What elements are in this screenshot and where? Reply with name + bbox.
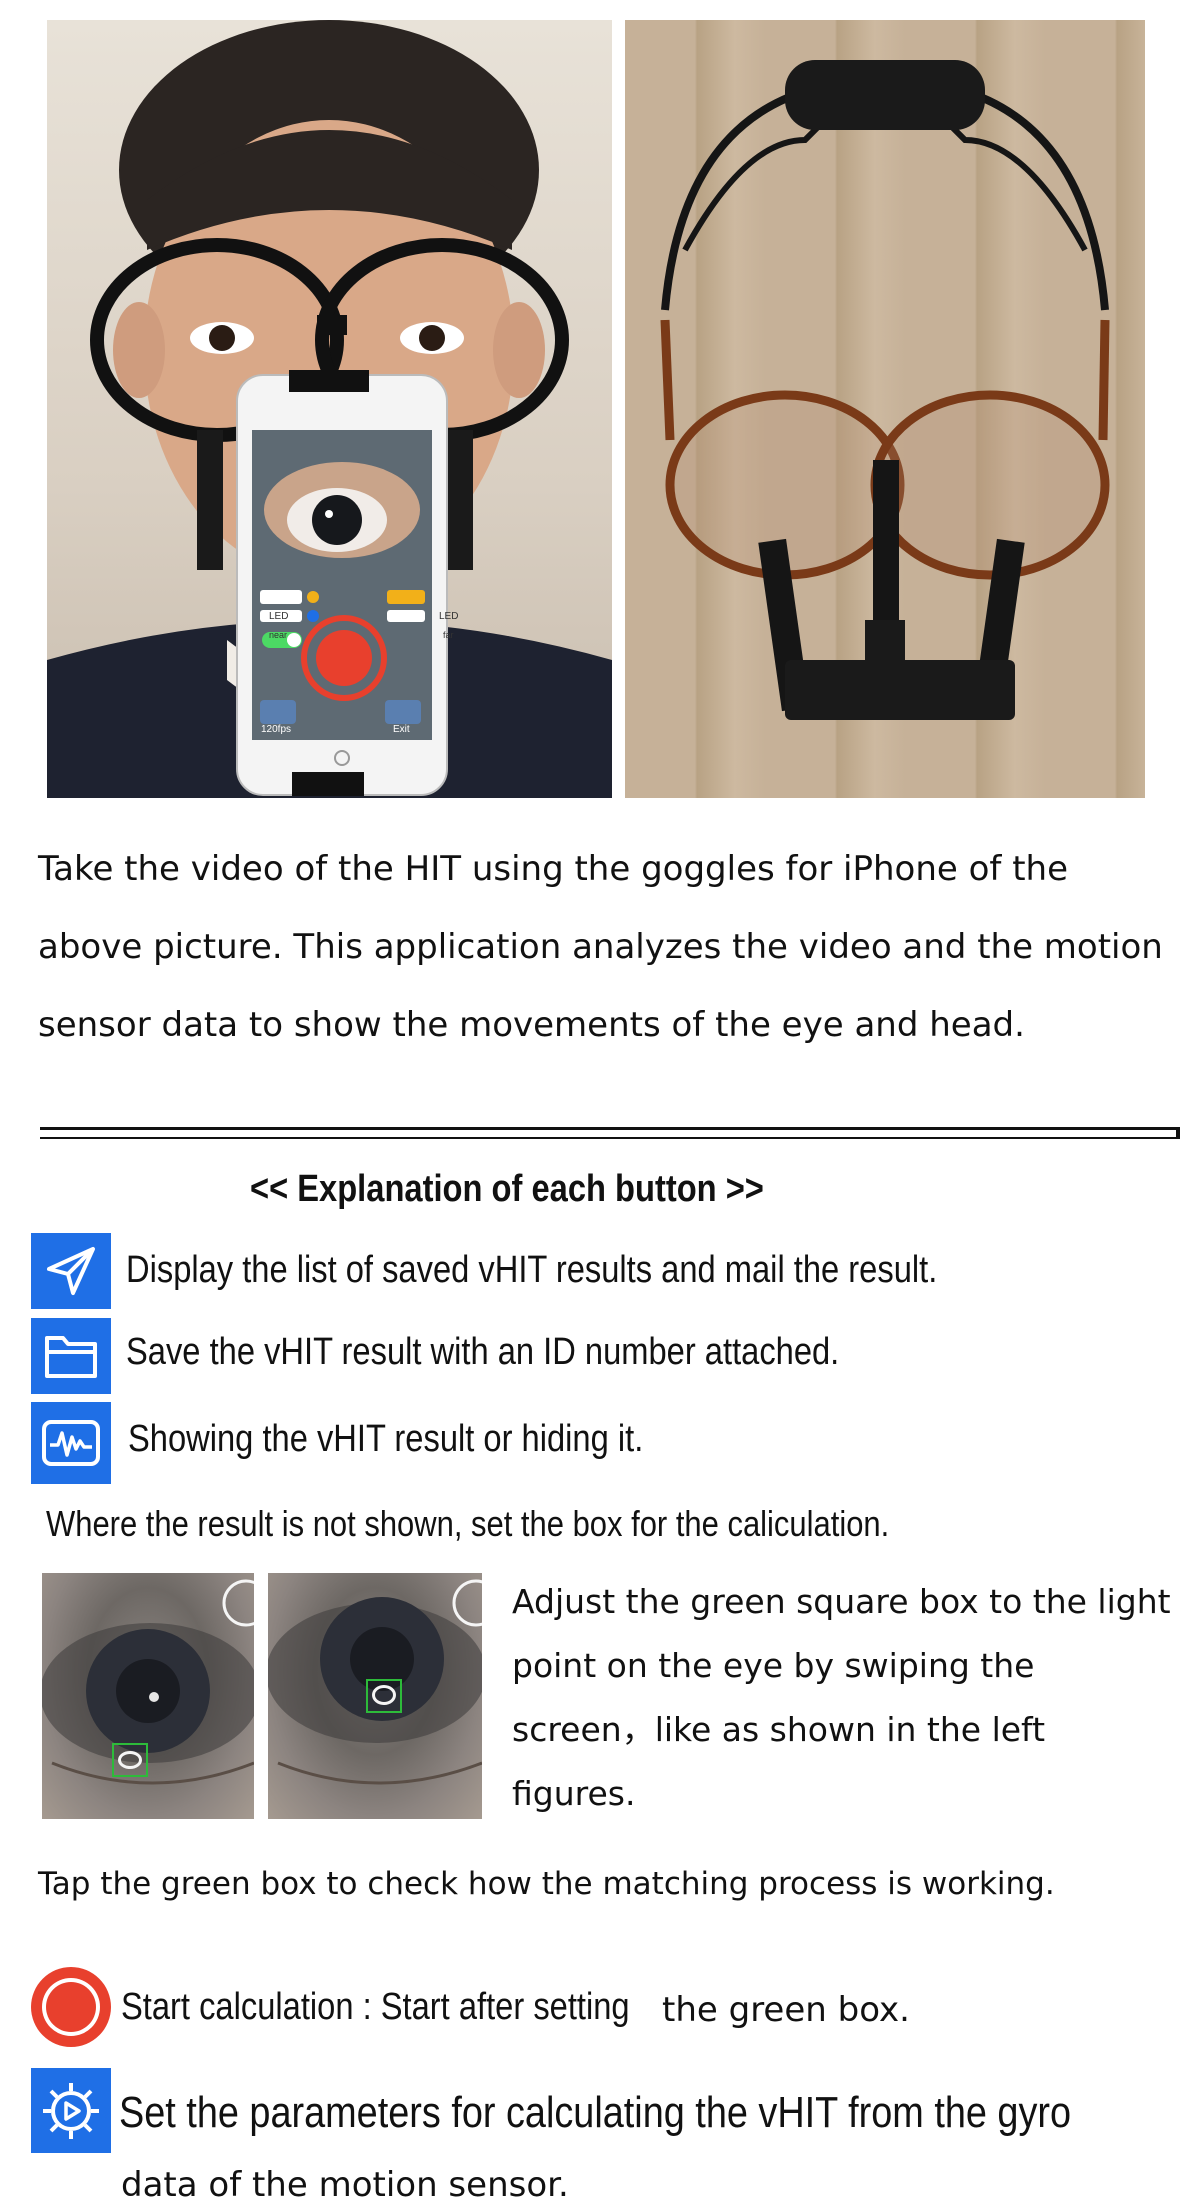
goggles-photo <box>625 20 1145 798</box>
save-button-description: Save the vHIT result with an ID number a… <box>126 1331 840 1373</box>
send-button[interactable] <box>31 1233 111 1309</box>
box-note: Where the result is not shown, set the b… <box>46 1503 890 1544</box>
phone-near-label: near <box>269 630 288 640</box>
tap-instruction: Tap the green box to check how the match… <box>38 1866 1055 1902</box>
eye-image-before <box>42 1573 254 1819</box>
eye-before-illustration <box>42 1579 254 1785</box>
phone-led-left-label: LED <box>269 611 289 622</box>
gear-icon <box>43 2082 99 2139</box>
explanation-heading: << Explanation of each button >> <box>250 1168 764 1210</box>
goggles-illustration <box>660 60 1110 720</box>
phone-exit-button: Exit <box>393 724 410 735</box>
send-icon <box>47 1247 95 1295</box>
divider-top <box>40 1127 1180 1130</box>
person-photo: LED LED near far 120fps Exit <box>47 20 612 798</box>
phone-far-label: far <box>443 630 454 640</box>
adjust-instructions: Adjust the green square box to the light… <box>512 1582 1171 1813</box>
send-button-description: Display the list of saved vHIT results a… <box>126 1249 938 1291</box>
phone-fps-button: 120fps <box>261 724 292 735</box>
settings-label-line2: data of the motion sensor. <box>121 2165 569 2205</box>
start-calculation-button[interactable] <box>30 1966 112 2048</box>
divider-end <box>1176 1127 1180 1139</box>
show-result-description: Showing the vHIT result or hiding it. <box>128 1418 644 1460</box>
target-marker-placed <box>372 1685 396 1705</box>
save-button[interactable] <box>31 1318 111 1394</box>
divider-bottom <box>40 1137 1180 1139</box>
person-illustration <box>47 20 612 798</box>
start-calculation-label: Start calculation : Start after setting <box>121 1986 630 2028</box>
settings-button[interactable] <box>31 2068 111 2153</box>
waveform-icon <box>42 1420 100 1466</box>
show-result-button[interactable] <box>31 1402 111 1484</box>
eye-image-after <box>268 1573 482 1819</box>
record-icon <box>31 1967 111 2047</box>
start-calculation-label-tail: the green box. <box>662 1990 910 2030</box>
target-marker-misplaced <box>118 1751 142 1769</box>
folder-icon <box>45 1336 97 1378</box>
phone-led-right-label: LED <box>439 611 459 622</box>
intro-text: Take the video of the HIT using the gogg… <box>38 849 1163 1045</box>
settings-label: Set the parameters for calculating the v… <box>119 2088 1072 2137</box>
